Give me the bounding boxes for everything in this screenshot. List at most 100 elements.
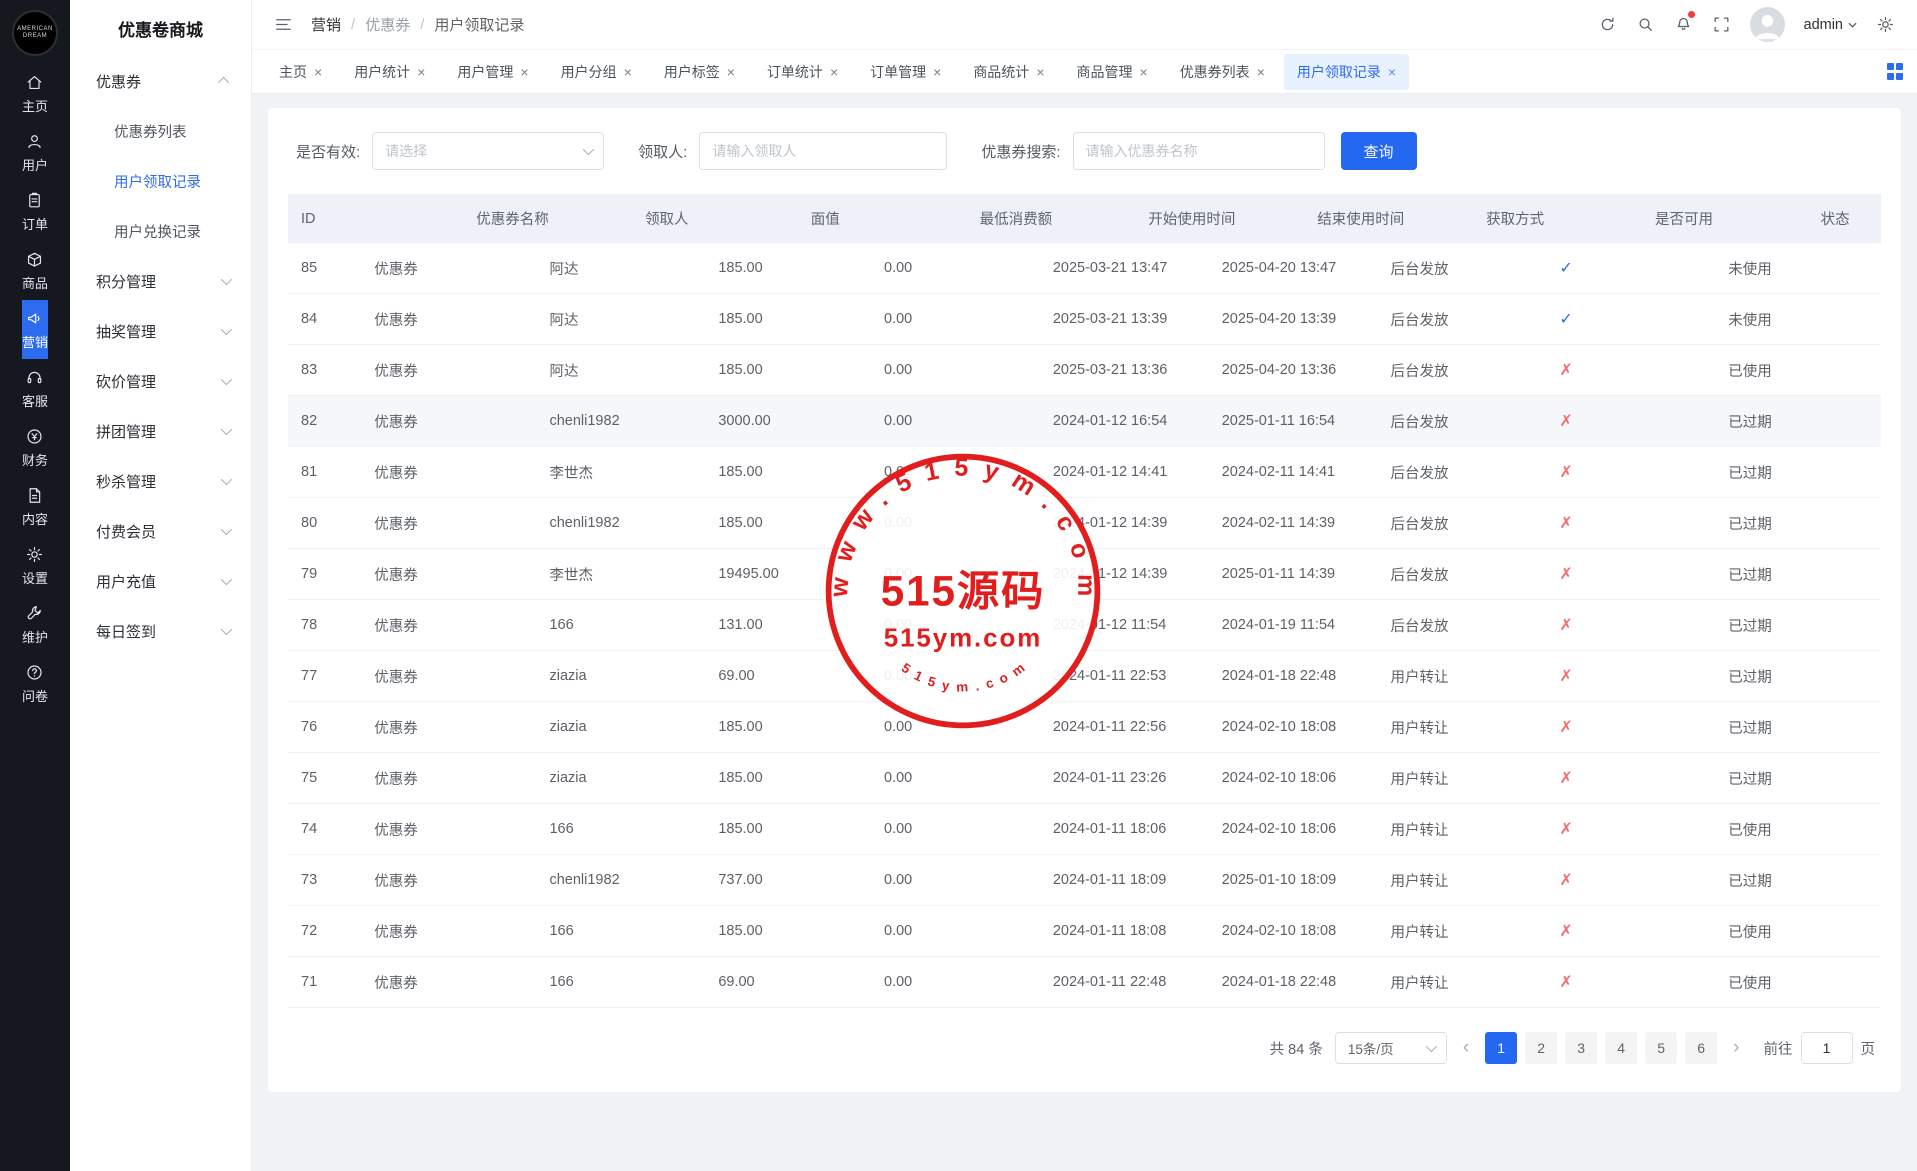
column-header[interactable]: 优惠券名称 — [463, 194, 632, 243]
rail-item-finance[interactable]: 财务 — [22, 418, 48, 477]
rail-item-survey[interactable]: 问卷 — [22, 654, 48, 713]
menu-group-header[interactable]: 积分管理 — [70, 256, 251, 306]
search-icon[interactable] — [1636, 15, 1655, 34]
cell-start-time: 2024-01-11 18:06 — [1040, 804, 1209, 854]
tab[interactable]: 订单管理 — [857, 54, 954, 90]
close-icon[interactable] — [624, 65, 632, 79]
tab[interactable]: 用户标签 — [651, 54, 748, 90]
rail-item-home[interactable]: 主页 — [22, 64, 48, 123]
table-row[interactable]: 84 优惠券 阿达 185.00 0.00 2025-03-21 13:39 2… — [288, 294, 1881, 345]
sidebar-subitem[interactable]: 优惠券列表 — [70, 106, 251, 156]
tab[interactable]: 商品管理 — [1064, 54, 1161, 90]
next-page-button[interactable] — [1729, 1037, 1743, 1059]
column-header[interactable]: 面值 — [798, 194, 967, 243]
breadcrumb-item[interactable]: 优惠券 — [365, 14, 410, 35]
close-icon[interactable] — [1140, 65, 1148, 79]
close-icon[interactable] — [1036, 65, 1044, 79]
table-row[interactable]: 83 优惠券 阿达 185.00 0.00 2025-03-21 13:36 2… — [288, 345, 1881, 396]
prev-page-button[interactable] — [1459, 1037, 1473, 1059]
table-row[interactable]: 78 优惠券 166 131.00 0.00 2024-01-12 11:54 … — [288, 600, 1881, 651]
rail-item-service[interactable]: 客服 — [22, 359, 48, 418]
column-header[interactable]: 状态 — [1808, 194, 1850, 243]
close-icon[interactable] — [1257, 65, 1265, 79]
tab[interactable]: 优惠券列表 — [1167, 54, 1278, 90]
table-row[interactable]: 79 优惠券 李世杰 19495.00 0.00 2024-01-12 14:3… — [288, 549, 1881, 600]
tab[interactable]: 用户分组 — [548, 54, 645, 90]
tab[interactable]: 订单统计 — [754, 54, 851, 90]
valid-select[interactable]: 请选择 — [372, 132, 604, 170]
rail-item-orders[interactable]: 订单 — [22, 182, 48, 241]
page-button[interactable]: 2 — [1525, 1032, 1557, 1064]
menu-group-header[interactable]: 用户充值 — [70, 556, 251, 606]
menu-group-header[interactable]: 秒杀管理 — [70, 456, 251, 506]
sidebar-subitem[interactable]: 用户领取记录 — [70, 156, 251, 206]
menu-group-header[interactable]: 付费会员 — [70, 506, 251, 556]
table-row[interactable]: 80 优惠券 chenli1982 185.00 0.00 2024-01-12… — [288, 498, 1881, 549]
cell-face-value: 185.00 — [705, 447, 871, 497]
menu-group-coupon-header[interactable]: 优惠券 — [70, 56, 251, 106]
cell-end-time: 2024-02-10 18:06 — [1209, 753, 1378, 803]
tab[interactable]: 商品统计 — [960, 54, 1057, 90]
table-row[interactable]: 81 优惠券 李世杰 185.00 0.00 2024-01-12 14:41 … — [288, 447, 1881, 498]
rail-item-goods[interactable]: 商品 — [22, 241, 48, 300]
receiver-input[interactable] — [699, 132, 947, 170]
sidebar-subitem[interactable]: 用户兑换记录 — [70, 206, 251, 256]
page-button[interactable]: 4 — [1605, 1032, 1637, 1064]
search-button[interactable]: 查询 — [1341, 132, 1417, 170]
close-icon[interactable] — [727, 65, 735, 79]
table-row[interactable]: 85 优惠券 阿达 185.00 0.00 2025-03-21 13:47 2… — [288, 243, 1881, 294]
menu-group-header[interactable]: 每日签到 — [70, 606, 251, 656]
close-icon[interactable] — [314, 65, 322, 79]
apps-grid-icon[interactable] — [1887, 63, 1904, 80]
table-row[interactable]: 74 优惠券 166 185.00 0.00 2024-01-11 18:06 … — [288, 804, 1881, 855]
table-row[interactable]: 73 优惠券 chenli1982 737.00 0.00 2024-01-11… — [288, 855, 1881, 906]
column-header[interactable]: 领取人 — [632, 194, 798, 243]
notifications[interactable] — [1674, 13, 1693, 37]
table-row[interactable]: 82 优惠券 chenli1982 3000.00 0.00 2024-01-1… — [288, 396, 1881, 447]
close-icon[interactable] — [830, 65, 838, 79]
table-row[interactable]: 72 优惠券 166 185.00 0.00 2024-01-11 18:08 … — [288, 906, 1881, 957]
gear-icon[interactable] — [1876, 15, 1895, 34]
column-header[interactable]: 开始使用时间 — [1135, 194, 1304, 243]
avatar[interactable] — [1750, 7, 1785, 42]
rail-item-users[interactable]: 用户 — [22, 123, 48, 182]
column-header[interactable]: 最低消费额 — [967, 194, 1136, 243]
usable-icon — [1559, 819, 1572, 839]
rail-item-marketing[interactable]: 营销 — [22, 300, 48, 359]
tab[interactable]: 用户管理 — [444, 54, 541, 90]
tab[interactable]: 主页 — [266, 54, 335, 90]
user-menu[interactable]: admin — [1804, 17, 1858, 33]
close-icon[interactable] — [520, 65, 528, 79]
page-button[interactable]: 6 — [1685, 1032, 1717, 1064]
rail-item-content[interactable]: 内容 — [22, 477, 48, 536]
refresh-icon[interactable] — [1598, 15, 1617, 34]
rail-item-maintenance[interactable]: 维护 — [22, 595, 48, 654]
fullscreen-icon[interactable] — [1712, 15, 1731, 34]
menu-toggle-icon[interactable] — [274, 15, 293, 34]
column-header[interactable]: ID — [288, 194, 463, 243]
coupon-input[interactable] — [1073, 132, 1325, 170]
menu-group-header[interactable]: 砍价管理 — [70, 356, 251, 406]
rail-item-settings[interactable]: 设置 — [22, 536, 48, 595]
page-button[interactable]: 1 — [1485, 1032, 1517, 1064]
page-button[interactable]: 3 — [1565, 1032, 1597, 1064]
page-size-select[interactable]: 15条/页 — [1335, 1032, 1447, 1064]
table-row[interactable]: 76 优惠券 ziazia 185.00 0.00 2024-01-11 22:… — [288, 702, 1881, 753]
table-row[interactable]: 75 优惠券 ziazia 185.00 0.00 2024-01-11 23:… — [288, 753, 1881, 804]
page-button[interactable]: 5 — [1645, 1032, 1677, 1064]
column-header[interactable]: 获取方式 — [1473, 194, 1642, 243]
tab[interactable]: 用户领取记录 — [1284, 54, 1409, 90]
menu-group-header[interactable]: 拼团管理 — [70, 406, 251, 456]
breadcrumb-item[interactable]: 营销 — [311, 14, 341, 35]
goto-page-input[interactable] — [1801, 1032, 1853, 1064]
menu-group-header[interactable]: 抽奖管理 — [70, 306, 251, 356]
table-row[interactable]: 71 优惠券 166 69.00 0.00 2024-01-11 22:48 2… — [288, 957, 1881, 1008]
table-row[interactable]: 77 优惠券 ziazia 69.00 0.00 2024-01-11 22:5… — [288, 651, 1881, 702]
close-icon[interactable] — [417, 65, 425, 79]
close-icon[interactable] — [933, 65, 941, 79]
column-header[interactable]: 结束使用时间 — [1304, 194, 1473, 243]
column-header[interactable]: 是否可用 — [1642, 194, 1808, 243]
close-icon[interactable] — [1388, 65, 1396, 79]
menu-group-label: 用户充值 — [96, 571, 156, 592]
tab[interactable]: 用户统计 — [341, 54, 438, 90]
